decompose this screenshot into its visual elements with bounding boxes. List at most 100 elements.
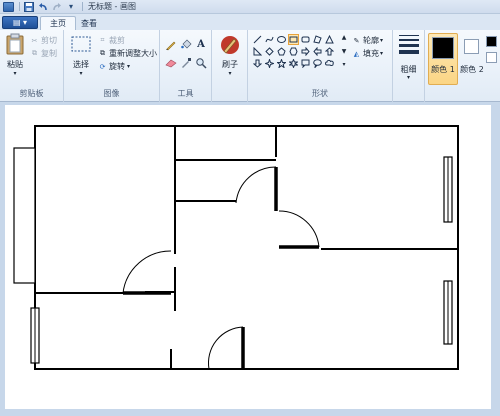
image-group-label: 图像 [103, 89, 120, 98]
four-point-star-icon[interactable] [264, 58, 275, 69]
clipboard-group-label: 剪贴板 [19, 89, 44, 98]
app-menu-button[interactable]: ▤ ▾ [2, 16, 38, 29]
tab-home[interactable]: 主页 [40, 16, 76, 30]
cut-button[interactable]: ✂ 剪切 [30, 35, 57, 46]
copy-icon: ⧉ [32, 49, 37, 57]
chevron-down-icon: ▾ [127, 63, 131, 70]
chevron-down-icon: ▾ [380, 37, 384, 44]
rounded-rectangle-shape-icon[interactable] [300, 34, 311, 45]
diamond-shape-icon[interactable] [264, 46, 275, 57]
hexagon-shape-icon[interactable] [288, 46, 299, 57]
pencil-icon[interactable] [164, 38, 178, 51]
eraser-icon[interactable] [164, 56, 178, 69]
group-shapes: ▲ ▼ ▾ ✎ 轮廓 ▾ ◭ 填充 ▾ 形状 [248, 30, 393, 102]
door-arc [235, 166, 277, 204]
tools-group-label: 工具 [177, 89, 194, 98]
group-tools: A 工具 [160, 30, 212, 102]
outline-button[interactable]: ✎ 轮廓 ▾ [352, 35, 383, 46]
chevron-down-icon: ▾ [13, 70, 17, 77]
separator [82, 2, 83, 11]
cloud-callout-icon[interactable] [324, 58, 335, 69]
chevron-down-icon: ▾ [228, 70, 232, 77]
undo-icon[interactable] [37, 1, 49, 12]
chevron-down-icon: ▾ [406, 74, 410, 81]
crop-label: 裁剪 [109, 36, 125, 45]
app-icon[interactable] [2, 1, 14, 12]
fill-icon: ◭ [353, 49, 360, 58]
six-point-star-icon[interactable] [288, 58, 299, 69]
group-size[interactable]: 粗细 ▾ [393, 30, 425, 102]
fill-button[interactable]: ◭ 填充 ▾ [352, 48, 383, 59]
right-arrow-shape-icon[interactable] [300, 46, 311, 57]
floor-plan-drawing [13, 125, 459, 370]
left-arrow-shape-icon[interactable] [312, 46, 323, 57]
rect-callout-icon[interactable] [300, 58, 311, 69]
separator [19, 2, 20, 11]
title-bar: ▾ 无标题 - 画图 [0, 0, 500, 14]
shapes-expand[interactable]: ▾ [340, 61, 348, 73]
window-title: 无标题 - 画图 [88, 2, 136, 11]
line-width-icon [399, 35, 419, 54]
drawing-canvas[interactable] [5, 105, 491, 409]
fill-label: 填充 [363, 49, 379, 58]
palette-white-swatch[interactable] [486, 52, 497, 63]
curve-shape-icon[interactable] [264, 34, 275, 45]
oval-shape-icon[interactable] [276, 34, 287, 45]
ribbon-tabs: ▤ ▾ 主页 查看 [0, 14, 500, 30]
color2-swatch[interactable] [464, 39, 479, 54]
color-picker-icon[interactable] [179, 56, 193, 69]
line-shape-icon[interactable] [252, 34, 263, 45]
oval-callout-icon[interactable] [312, 58, 323, 69]
color1-swatch [432, 37, 454, 59]
brush-icon [221, 36, 239, 54]
save-icon[interactable] [23, 1, 35, 12]
group-clipboard: 粘贴 ▾ ✂ 剪切 ⧉ 复制 剪贴板 [0, 30, 64, 102]
chevron-down-icon: ▾ [380, 50, 384, 57]
magnifier-icon[interactable] [194, 56, 208, 69]
shapes-group-label: 形状 [312, 89, 328, 98]
select-label: 选择 [73, 60, 89, 69]
paste-label: 粘贴 [7, 60, 23, 69]
polygon-shape-icon[interactable] [312, 34, 323, 45]
copy-label: 复制 [41, 49, 57, 58]
redo-icon[interactable] [51, 1, 63, 12]
door-arc [208, 326, 244, 370]
window [13, 147, 36, 284]
outline-pen-icon: ✎ [353, 36, 360, 45]
shapes-scroll-down[interactable]: ▼ [340, 48, 348, 60]
select-button[interactable]: 选择 ▾ [69, 36, 93, 77]
pentagon-shape-icon[interactable] [276, 46, 287, 57]
text-tool-icon[interactable]: A [194, 38, 208, 51]
color2-label: 颜色 2 [460, 65, 484, 74]
outline-label: 轮廓 [363, 36, 379, 45]
resize-button[interactable]: ⧉ 重新调整大小 [98, 48, 157, 59]
crop-icon: ⌗ [100, 36, 105, 44]
paste-button[interactable]: 粘贴 ▾ [4, 33, 26, 77]
five-point-star-icon[interactable] [276, 58, 287, 69]
up-arrow-shape-icon[interactable] [324, 46, 335, 57]
resize-icon: ⧉ [100, 49, 105, 57]
resize-label: 重新调整大小 [109, 49, 157, 58]
crop-button[interactable]: ⌗ 裁剪 [98, 35, 125, 46]
copy-button[interactable]: ⧉ 复制 [30, 48, 57, 59]
rectangle-shape-icon[interactable] [288, 34, 299, 45]
fill-bucket-icon[interactable] [179, 38, 193, 51]
clipboard-icon [6, 33, 24, 55]
down-arrow-shape-icon[interactable] [252, 58, 263, 69]
right-triangle-shape-icon[interactable] [252, 46, 263, 57]
triangle-shape-icon[interactable] [324, 34, 335, 45]
door-arc [122, 250, 172, 294]
chevron-down-icon: ▾ [79, 70, 83, 77]
palette-black-swatch[interactable] [486, 36, 497, 47]
outer-wall [34, 125, 459, 370]
selection-icon [71, 36, 91, 52]
customize-dropdown-icon[interactable]: ▾ [65, 1, 77, 12]
tab-view[interactable]: 查看 [72, 16, 106, 30]
rotate-icon: ⟳ [99, 62, 106, 71]
group-image: 选择 ▾ ⌗ 裁剪 ⧉ 重新调整大小 ⟳ 旋转 ▾ 图像 [64, 30, 160, 102]
rotate-button[interactable]: ⟳ 旋转 ▾ [98, 61, 130, 72]
brushes-label: 刷子 [222, 60, 238, 69]
brushes-button[interactable]: 刷子 ▾ [217, 34, 243, 77]
shapes-scroll-up[interactable]: ▲ [340, 34, 348, 46]
scissors-icon: ✂ [31, 36, 38, 45]
